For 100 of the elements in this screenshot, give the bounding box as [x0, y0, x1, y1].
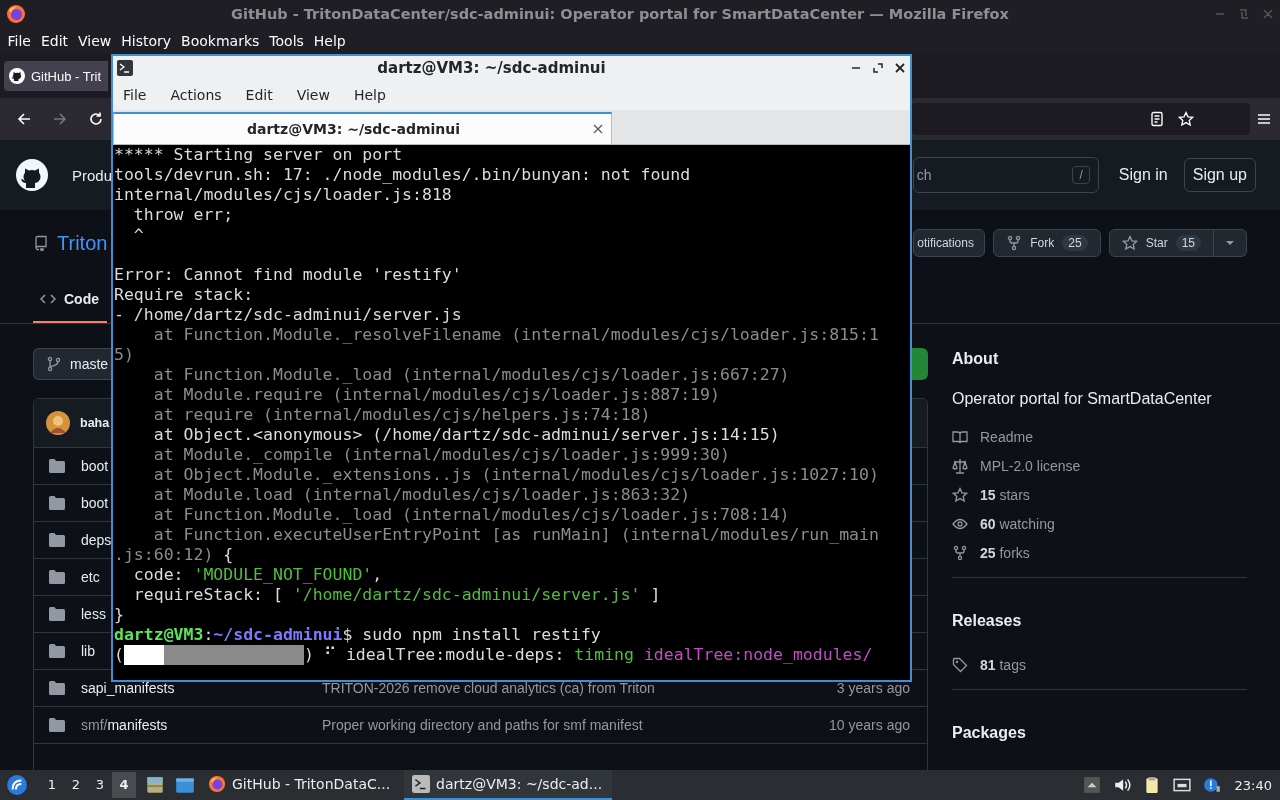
fork-icon: [952, 544, 968, 561]
menu-item[interactable]: Bookmarks: [177, 33, 263, 49]
terminal-line: at require (internal/modules/cjs/helpers.js:74:18): [152, 405, 652, 425]
menu-item[interactable]: Help: [310, 33, 350, 49]
firefox-logo-icon: [6, 4, 26, 24]
folder-icon: [49, 718, 65, 732]
cat-logo-icon[interactable]: [16, 159, 48, 191]
sign-up-button[interactable]: Sign up: [1183, 158, 1256, 192]
taskbar-button[interactable]: dartz@VM3: ~/sdc-ad...: [404, 770, 613, 800]
book-icon: [952, 428, 968, 445]
url-field[interactable]: [912, 103, 1250, 135]
workspace-button[interactable]: 3: [88, 772, 112, 798]
workspace-button[interactable]: 1: [40, 772, 64, 798]
tags-link[interactable]: 81 tags: [980, 656, 1026, 673]
window-title: GitHub - TritonDataCenter/sdc-adminui: Operator portal for SmartDataCenter — Mozilla Firefox: [230, 6, 1010, 22]
tag-icon: [952, 656, 968, 673]
folder-link[interactable]: lib: [81, 643, 95, 659]
browser-tab[interactable]: GitHub - Trit: [4, 61, 108, 91]
maximize-icon[interactable]: [872, 62, 884, 74]
code-tab[interactable]: Code: [33, 291, 107, 323]
terminal-line: .js:60:12) {: [114, 545, 235, 565]
nav-link[interactable]: Produ: [72, 166, 113, 184]
commit-message-link[interactable]: TRITON-2026 remove cloud analytics (ca) from Triton: [322, 680, 655, 696]
bookmark-star-icon[interactable]: [1178, 111, 1194, 127]
section-heading[interactable]: Packages: [952, 724, 1247, 748]
spinner: ⠋: [323, 645, 336, 665]
menu-item[interactable]: Help: [346, 87, 393, 103]
notifications-button[interactable]: otifications: [913, 229, 986, 257]
close-icon[interactable]: [593, 124, 603, 134]
commit-message-link[interactable]: Proper working directory and paths for smf manifest: [322, 717, 643, 733]
menu-item[interactable]: History: [117, 33, 175, 49]
folder-icon: [49, 570, 65, 584]
terminal-tab[interactable]: dartz@VM3: ~/sdc-adminui: [113, 112, 612, 144]
terminal-line: }: [114, 605, 125, 625]
folder-link[interactable]: less: [81, 606, 106, 622]
scale-icon: [952, 457, 968, 474]
terminal-line: Error: Cannot find module 'restify': [114, 265, 463, 285]
fork-icon: [1006, 235, 1023, 251]
sidebar-link[interactable]: 25 forks: [980, 544, 1030, 561]
folder-link[interactable]: boot: [81, 458, 109, 474]
file-cabinet-icon[interactable]: [144, 774, 166, 796]
folder-icon: [49, 644, 65, 658]
firefox-logo-icon: [208, 775, 226, 793]
menu-item[interactable]: Tools: [265, 33, 308, 49]
window-title: dartz@VM3: ~/sdc-adminui: [376, 59, 607, 77]
start-menu-icon[interactable]: [6, 774, 28, 796]
code-dropdown-button[interactable]: [912, 348, 928, 380]
terminal-text: idealTree:module-deps: timing idealTree:node_modules/: [345, 645, 873, 665]
folder-icon: [49, 607, 65, 621]
sidebar-link[interactable]: Readme: [980, 428, 1033, 445]
sign-in-link[interactable]: Sign in: [1118, 166, 1168, 184]
sidebar-link[interactable]: 60 watching: [980, 515, 1055, 532]
taskbar-button[interactable]: GitHub - TritonDataC...: [200, 770, 401, 800]
sidebar-link[interactable]: MPL-2.0 license: [980, 457, 1081, 474]
menu-item[interactable]: View: [289, 87, 337, 103]
folder-link[interactable]: deps: [81, 532, 112, 548]
folder-link[interactable]: boot: [81, 495, 109, 511]
count-badge: 25: [1062, 235, 1088, 251]
network-icon[interactable]: [1172, 776, 1191, 794]
clock: 23:40: [1234, 777, 1272, 793]
folder-icon: [49, 496, 65, 510]
terminal-icon: [412, 775, 431, 793]
star-dropdown-button[interactable]: [1214, 229, 1247, 257]
star-button[interactable]: Star 15: [1108, 229, 1214, 257]
menu-item[interactable]: Edit: [37, 33, 72, 49]
workspace-button[interactable]: 2: [64, 772, 88, 798]
sidebar-link[interactable]: 15 stars: [980, 486, 1030, 503]
fork-button[interactable]: Fork 25: [993, 229, 1101, 257]
reader-view-icon[interactable]: [1149, 111, 1165, 127]
folder-icon: [49, 459, 65, 473]
terminal-line: at Module._compile (internal/modules/cjs/loader.js:999:30): [152, 445, 731, 465]
repo-name-link[interactable]: Triton: [57, 231, 108, 255]
terminal-line: - /home/dartz/sdc-adminui/server.js: [114, 305, 463, 325]
folder-link[interactable]: smf/manifests: [81, 717, 322, 733]
menu-item[interactable]: Actions: [163, 87, 229, 103]
reload-icon[interactable]: [88, 111, 104, 127]
menu-icon[interactable]: [1256, 111, 1272, 127]
menu-item[interactable]: File: [4, 33, 35, 49]
branch-button[interactable]: maste: [33, 348, 112, 380]
section-heading[interactable]: Releases: [952, 612, 1247, 636]
avatar: [46, 411, 70, 435]
commit-date: 3 years ago: [836, 680, 910, 696]
caret-icon: [1226, 241, 1234, 245]
volume-icon[interactable]: [1112, 776, 1131, 794]
back-icon[interactable]: [16, 111, 32, 127]
cat-logo-icon: [9, 68, 25, 84]
menu-item[interactable]: View: [74, 33, 115, 49]
terminal-line: at Object.Module._extensions..js (internal/modules/cjs/loader.js:1027:10): [152, 465, 880, 485]
menu-item[interactable]: Edit: [238, 87, 280, 103]
close-icon[interactable]: [894, 62, 906, 74]
folder-icon: [49, 681, 65, 695]
workspace-button[interactable]: 4: [112, 772, 136, 798]
folder-link[interactable]: sapi_manifests: [81, 680, 322, 696]
menu-item[interactable]: File: [116, 87, 154, 103]
commit-author[interactable]: baha: [80, 416, 110, 430]
forward-icon[interactable]: [52, 111, 68, 127]
search-field[interactable]: ch /: [912, 157, 1099, 193]
update-notice-icon[interactable]: [1202, 776, 1221, 794]
folder-link[interactable]: etc: [81, 569, 100, 585]
terminal-line: at Function.executeUserEntryPoint [as runMain] (internal/modules/run_main: [152, 525, 880, 545]
